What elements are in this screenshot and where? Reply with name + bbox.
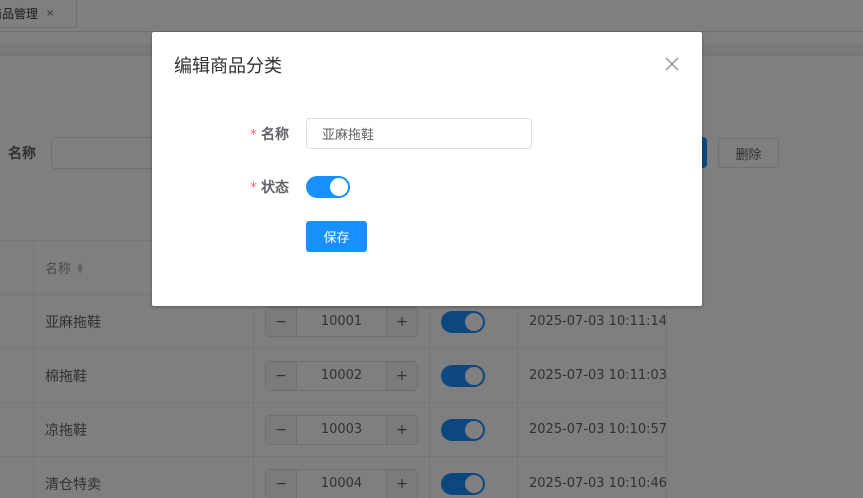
name-input[interactable]: 亚麻拖鞋: [306, 118, 532, 149]
close-icon-glyph: [665, 57, 679, 71]
edit-category-dialog: 编辑商品分类 * 名称 亚麻拖鞋 * 状态 保存: [152, 32, 702, 306]
save-button[interactable]: 保存: [306, 221, 367, 252]
dialog-title: 编辑商品分类: [174, 56, 282, 77]
required-mark: *: [250, 180, 257, 196]
status-form-label: * 状态: [250, 177, 289, 197]
name-label-text: 名称: [261, 127, 289, 143]
switch-knob: [330, 178, 348, 196]
close-icon[interactable]: [662, 54, 682, 74]
status-label-text: 状态: [261, 180, 289, 196]
status-toggle[interactable]: [306, 176, 350, 198]
name-form-label: * 名称: [250, 124, 289, 144]
required-mark: *: [250, 127, 257, 143]
